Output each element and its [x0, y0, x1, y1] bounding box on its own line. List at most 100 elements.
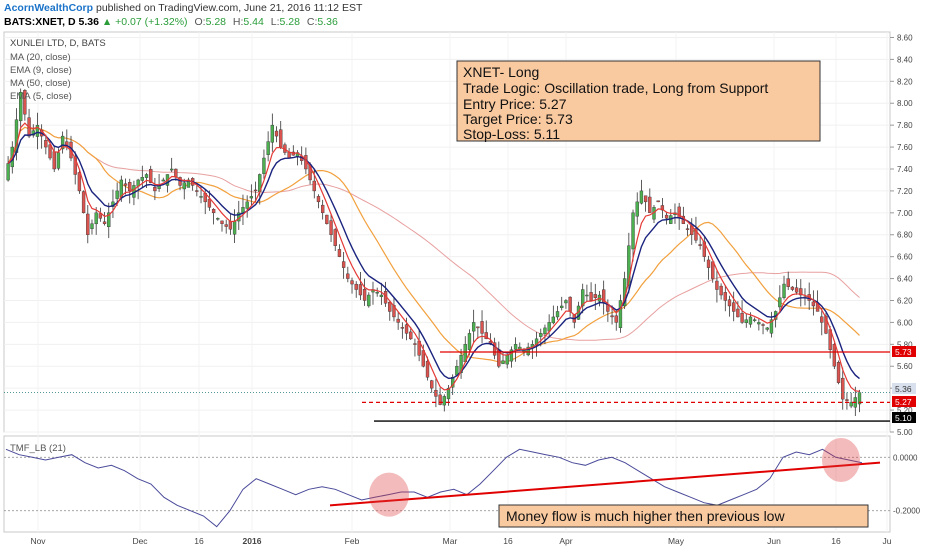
legend-ema5: EMA (5, close) [10, 91, 72, 102]
candle-body [333, 229, 337, 246]
candle-body [513, 344, 518, 350]
legend-ma20: MA (20, close) [10, 52, 71, 63]
info-line-2: Trade Logic: Oscillation trade, Long fro… [463, 80, 768, 96]
candle-body [744, 319, 748, 324]
xtick-3: 2016 [243, 536, 262, 546]
candle-body [732, 302, 736, 312]
candle-body [400, 327, 405, 329]
candle-body [664, 214, 669, 219]
candle-body [329, 220, 333, 235]
osc-low-highlight-2 [822, 438, 860, 482]
candle-body [539, 333, 543, 337]
xtick-1: Dec [132, 536, 148, 546]
candle-body [639, 190, 644, 204]
tag-last: 5.36 [895, 384, 912, 394]
xtick-4: Feb [345, 536, 360, 546]
candle-body [115, 190, 119, 199]
candle-body [341, 261, 346, 268]
candle-body [367, 294, 371, 307]
candle-body [90, 223, 94, 229]
xtick-9: Jun [767, 536, 781, 546]
candle-body [354, 283, 358, 290]
candle-body [618, 300, 623, 328]
candle-body [719, 285, 723, 296]
osc-low-highlight-1 [369, 472, 409, 517]
candle-body [44, 139, 48, 148]
legend-ma50: MA (50, close) [10, 78, 71, 89]
ytick-6: 7.40 [897, 165, 913, 174]
candle-body [677, 206, 681, 219]
candle-body [161, 179, 165, 182]
candle-body [480, 321, 484, 334]
candle-body [362, 288, 367, 301]
ytick-4: 7.80 [897, 121, 913, 130]
candle-body [81, 191, 86, 214]
candle-body [388, 301, 392, 312]
chart-screenshot: AcornWealthCorp published on TradingView… [0, 0, 932, 550]
info-line-1: XNET- Long [463, 64, 539, 80]
candle-body [224, 224, 228, 227]
candle-body [836, 362, 841, 383]
candle-body [555, 311, 560, 318]
candle-body [736, 308, 740, 318]
candle-body [698, 244, 702, 246]
candle-body [757, 322, 761, 325]
candle-body [337, 249, 342, 257]
candle-body [467, 333, 472, 350]
ytick-15: 5.60 [897, 362, 913, 371]
xtick-11: Ju [883, 536, 892, 546]
candle-body [102, 221, 107, 224]
candle-body [404, 324, 409, 334]
candle-body [270, 124, 274, 143]
candle-body [711, 261, 715, 279]
candle-body [748, 316, 753, 325]
xtick-7: Apr [559, 536, 572, 546]
candle-body [174, 168, 178, 178]
candle-body [811, 301, 816, 307]
candle-body [832, 344, 837, 367]
candle-body [287, 151, 291, 159]
candle-body [94, 212, 98, 225]
osc-ytick-1: -0.2000 [893, 507, 921, 516]
ytick-0: 8.60 [897, 33, 913, 42]
candle-body [761, 324, 765, 326]
info-line-4: Target Price: 5.73 [463, 111, 573, 127]
price-axis[interactable]: 8.60 8.40 8.20 8.00 7.80 7.60 7.40 7.20 7.00 6.80… [890, 33, 913, 437]
ytick-2: 8.20 [897, 77, 913, 86]
ytick-5: 7.60 [897, 143, 913, 152]
candle-body [358, 284, 363, 296]
ytick-13: 6.00 [897, 318, 913, 327]
candle-body [715, 280, 719, 290]
candle-body [425, 360, 430, 378]
time-axis[interactable]: Nov Dec 16 2016 Feb Mar 16 Apr May Jun 16 Ju [30, 536, 891, 546]
candle-body [140, 177, 144, 181]
candle-body [723, 292, 727, 301]
candle-body [778, 297, 782, 308]
ytick-12: 6.20 [897, 296, 913, 305]
tag-stop: 5.10 [895, 413, 912, 423]
candle-body [325, 214, 329, 224]
candle-body [52, 151, 56, 170]
candle-body [564, 300, 568, 304]
candle-body [346, 273, 350, 279]
candle-body [434, 389, 438, 397]
candle-body [635, 201, 639, 217]
price-chart-svg[interactable]: 8.60 8.40 8.20 8.00 7.80 7.60 7.40 7.20 7.00 6.80… [0, 0, 932, 550]
info-line-3: Entry Price: 5.27 [463, 96, 567, 112]
osc-ytick-0: 0.0000 [893, 453, 918, 462]
candle-body [320, 204, 325, 214]
candle-body [560, 305, 564, 308]
candle-body [153, 187, 157, 192]
candle-body [274, 130, 279, 137]
money-flow-note: Money flow is much higher then previous … [506, 508, 785, 524]
ytick-10: 6.60 [897, 253, 913, 262]
candle-body [207, 198, 212, 208]
candle-body [727, 299, 732, 307]
candle-body [56, 152, 61, 169]
candle-body [786, 278, 790, 287]
candle-body [220, 220, 224, 224]
candle-body [740, 312, 744, 323]
candle-body [253, 189, 258, 192]
candle-body [316, 196, 321, 203]
candle-body [77, 172, 82, 192]
